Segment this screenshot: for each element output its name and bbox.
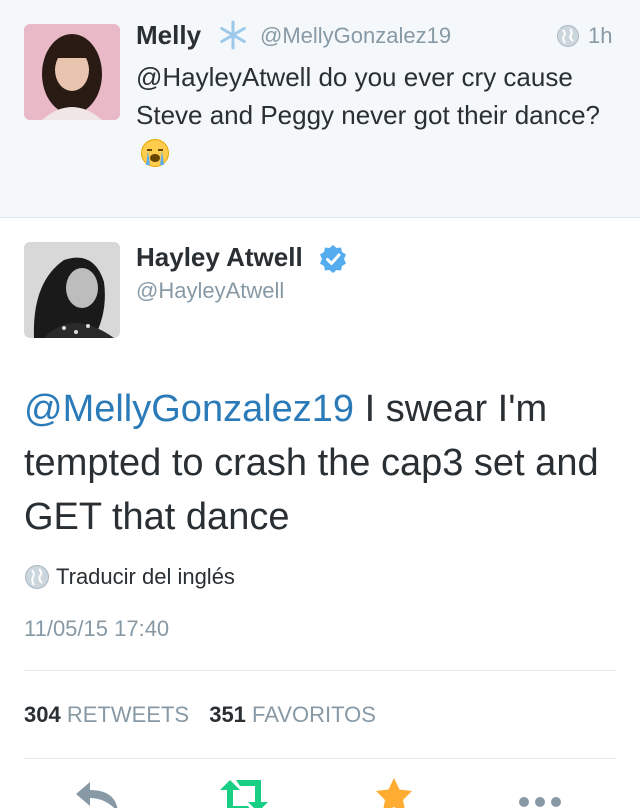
parent-tweet-body: @HayleyAtwell do you ever cry cause Stev… xyxy=(136,62,600,130)
parent-tweet-text: @HayleyAtwell do you ever cry cause Stev… xyxy=(136,58,626,172)
verified-badge-icon xyxy=(320,245,346,273)
parent-author-name[interactable]: Melly xyxy=(136,20,201,51)
avatar-melly[interactable] xyxy=(24,24,120,120)
favorite-icon[interactable] xyxy=(368,776,420,808)
parent-time: 1h xyxy=(588,23,613,48)
translate-button[interactable]: Traducir del inglés xyxy=(24,562,235,592)
author-name[interactable]: Hayley Atwell xyxy=(136,242,303,273)
globe-icon xyxy=(25,565,49,589)
divider xyxy=(24,758,616,759)
favorites-count[interactable]: 351 xyxy=(209,702,246,727)
tweet-datetime: 11/05/15 17:40 xyxy=(24,616,170,641)
retweets-label[interactable]: RETWEETS xyxy=(67,702,189,727)
retweets-count[interactable]: 304 xyxy=(24,702,61,727)
globe-icon xyxy=(557,25,579,47)
parent-tweet[interactable]: Melly @MellyGonzalez19 1h @HayleyAtwell … xyxy=(0,0,640,218)
translate-label: Traducir del inglés xyxy=(56,564,235,589)
reply-icon[interactable] xyxy=(72,776,124,808)
crying-face-emoji-icon xyxy=(141,139,169,167)
tweet-stats: 304 RETWEETS 351 FAVORITOS xyxy=(24,702,390,728)
favorites-label[interactable]: FAVORITOS xyxy=(252,702,376,727)
tweet-actions-bar xyxy=(0,776,640,808)
parent-author-handle[interactable]: @MellyGonzalez19 xyxy=(260,23,451,49)
mention-link[interactable]: @MellyGonzalez19 xyxy=(24,388,354,430)
snowflake-emoji-icon xyxy=(220,20,246,50)
tweet-text: @MellyGonzalez19 I swear I'm tempted to … xyxy=(24,382,604,544)
more-icon[interactable] xyxy=(516,776,568,808)
divider xyxy=(24,670,616,671)
author-handle[interactable]: @HayleyAtwell xyxy=(136,278,284,304)
retweet-icon[interactable] xyxy=(218,776,270,808)
avatar-hayley-atwell[interactable] xyxy=(24,242,120,338)
